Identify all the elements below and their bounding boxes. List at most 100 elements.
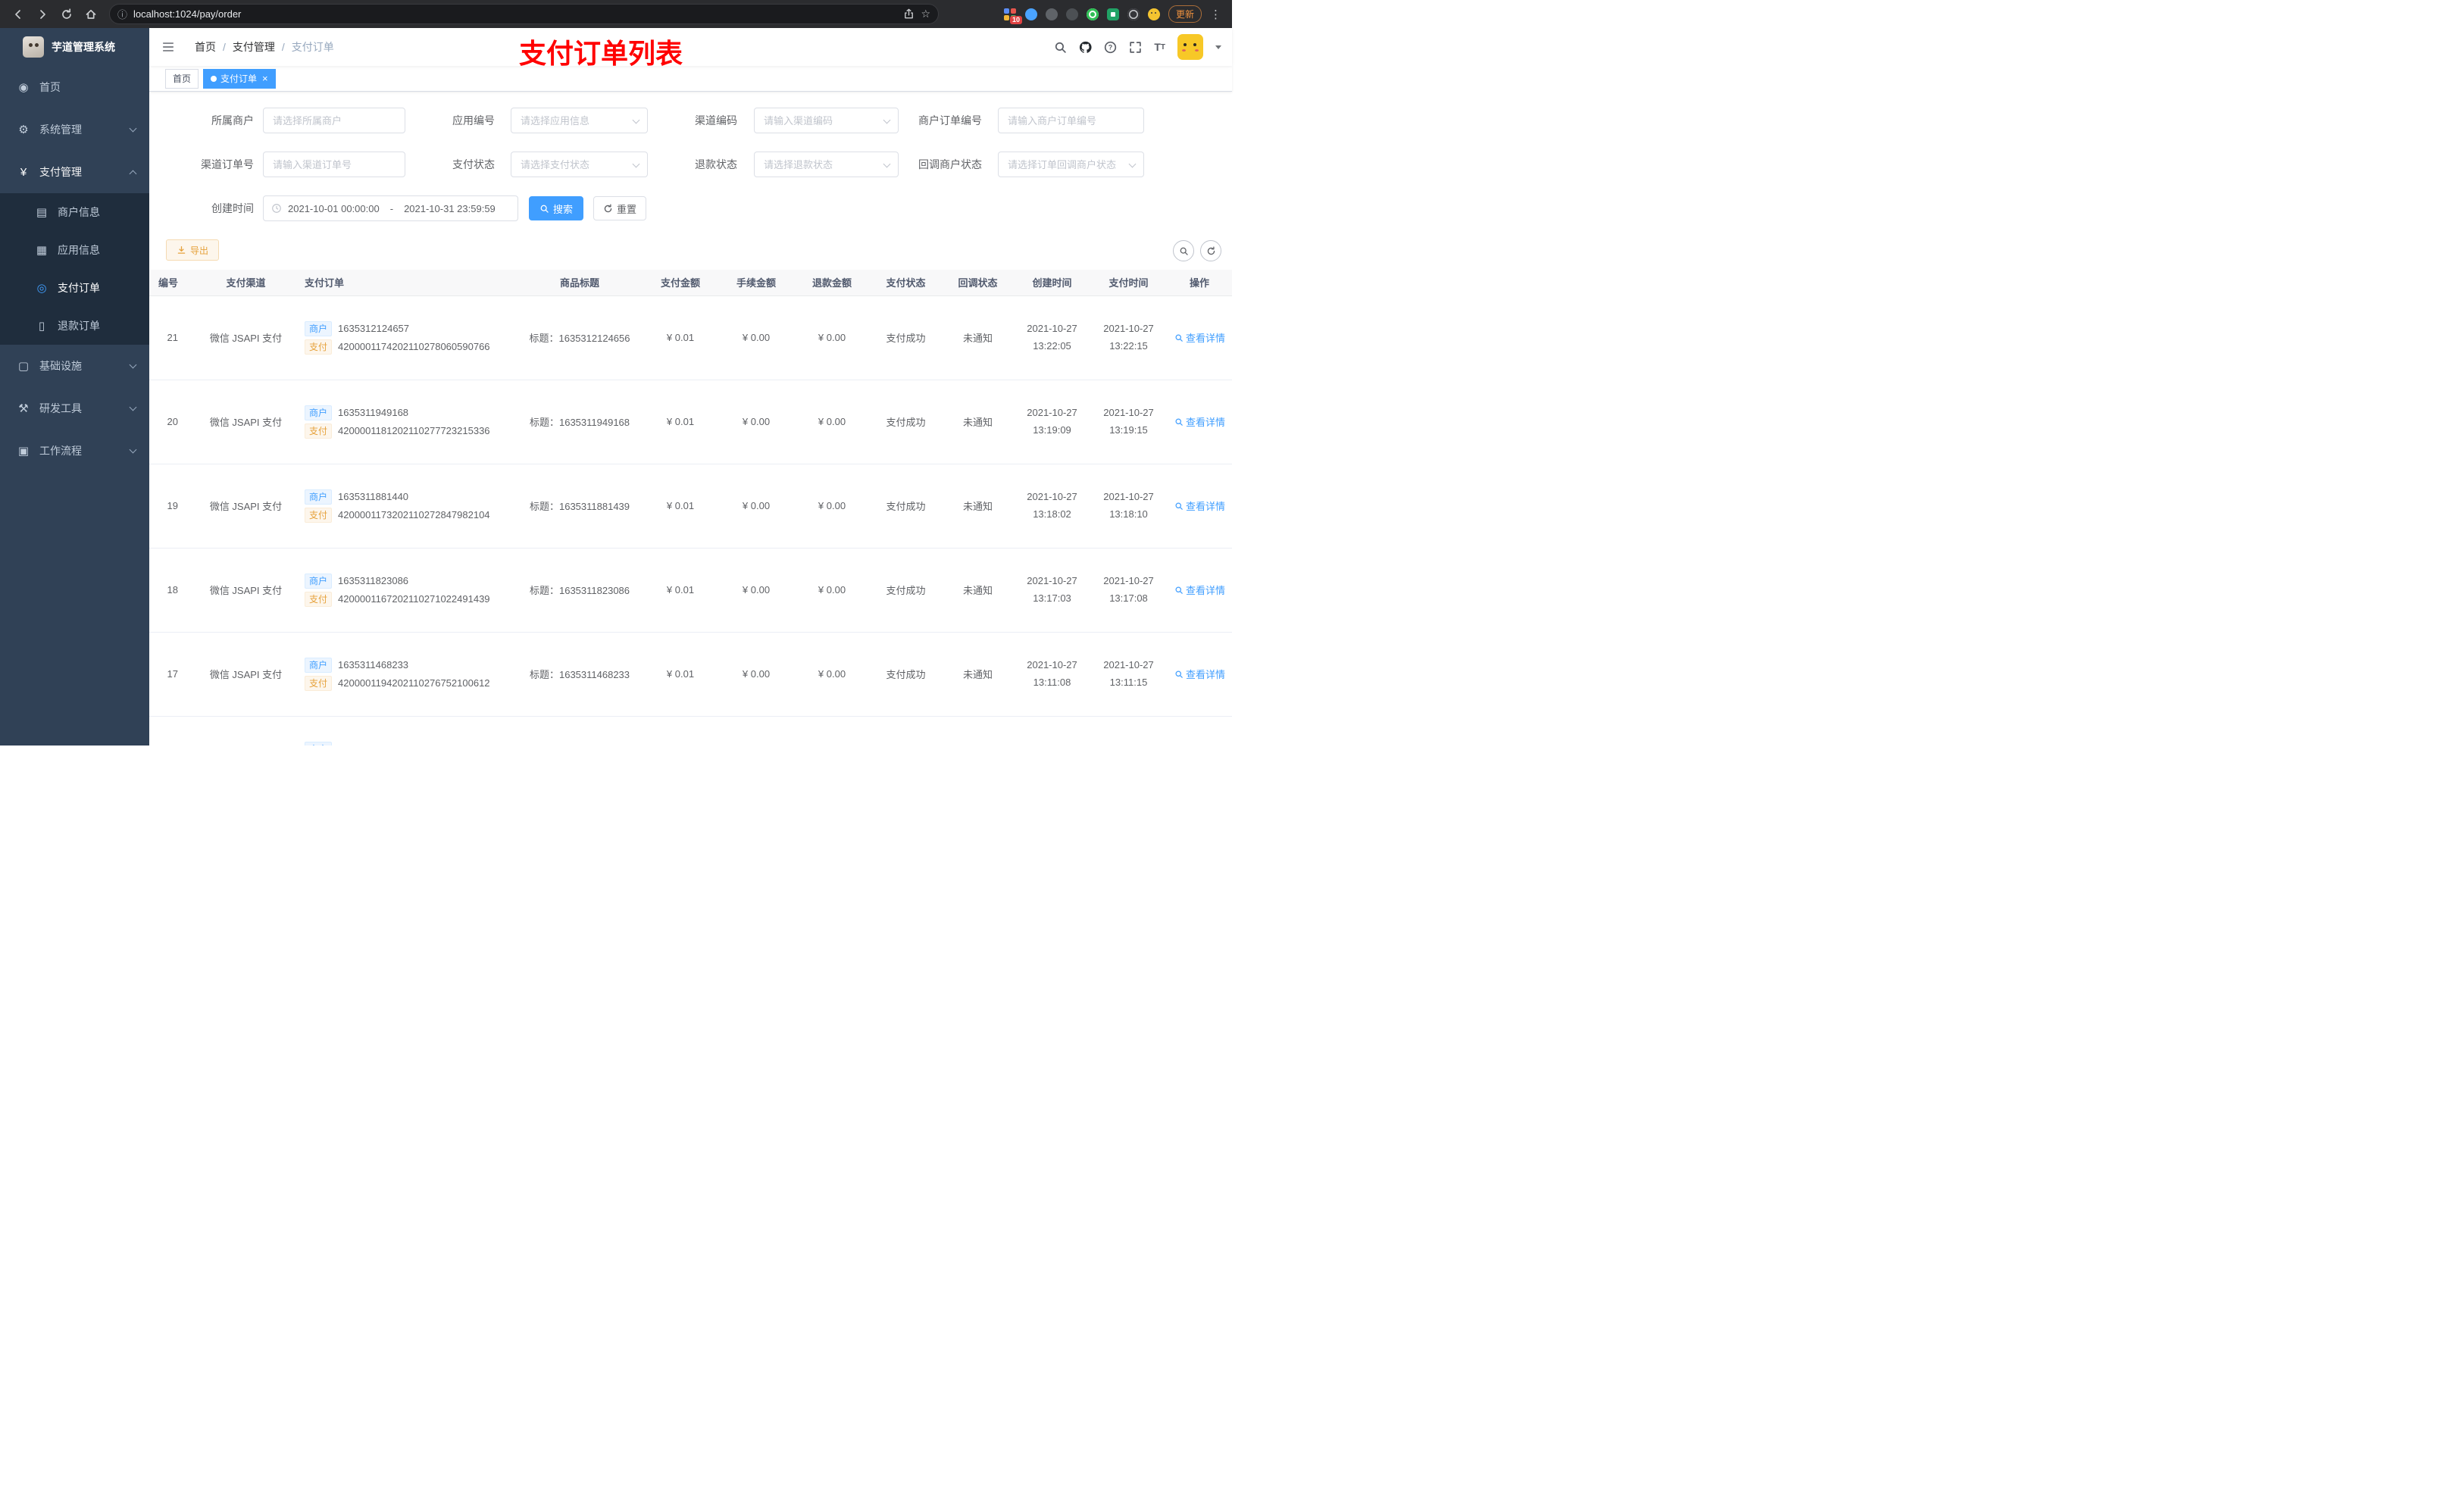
table-header-row: 编号 支付渠道 支付订单 商品标题 支付金额 手续金额 退款金额 支付状态 回调… (149, 270, 1232, 296)
col-create-time: 创建时间 (1014, 270, 1090, 296)
url-text[interactable]: localhost:1024/pay/order (133, 8, 897, 20)
search-icon[interactable] (1054, 41, 1067, 54)
order-id: 21 (149, 295, 195, 380)
tab-close-icon[interactable]: × (262, 73, 268, 83)
col-amount: 支付金额 (643, 270, 718, 296)
pay-order-cell: 商户 1635311881440 支付 42000011732021102728… (297, 464, 517, 549)
app-logo[interactable]: 芋道管理系统 (0, 28, 149, 66)
tab-pay-order[interactable]: 支付订单 × (203, 68, 276, 89)
sidebar-item-pay-order[interactable]: ◎ 支付订单 (0, 269, 149, 307)
pay-status: 支付成功 (870, 380, 942, 464)
sidebar-item-workflow[interactable]: ▣ 工作流程 (0, 430, 149, 472)
sidebar-item-infrastructure[interactable]: ▢ 基础设施 (0, 345, 149, 387)
toggle-search-button[interactable] (1173, 240, 1194, 261)
search-button[interactable]: 搜索 (529, 196, 583, 220)
sidebar-item-refund-order[interactable]: ▯ 退款订单 (0, 307, 149, 345)
browser-update-button[interactable]: 更新 (1168, 5, 1202, 23)
sidebar-item-app-info[interactable]: ▦ 应用信息 (0, 231, 149, 269)
breadcrumb-home[interactable]: 首页 (195, 39, 216, 55)
notify-status: 未通知 (942, 632, 1014, 717)
bookmark-star-icon[interactable]: ☆ (921, 8, 930, 20)
user-avatar[interactable] (1177, 34, 1203, 60)
chevron-down-icon (129, 361, 137, 368)
site-info-icon[interactable]: ⓘ (117, 7, 127, 21)
orders-table-body: 21 微信 JSAPI 支付 商户 1635312124657 支付 42000… (149, 295, 1232, 746)
create-time-range-picker[interactable]: 2021-10-01 00:00:00 - 2021-10-31 23:59:5… (263, 195, 518, 221)
merchant-tag: 商户 (305, 320, 333, 336)
col-fee: 手续金额 (718, 270, 794, 296)
target-icon: ◎ (36, 282, 47, 295)
search-icon (1175, 418, 1183, 426)
tab-home[interactable]: 首页 (165, 68, 199, 89)
pay-channel: 微信 JSAPI 支付 (195, 380, 297, 464)
extension-icon-pin[interactable] (1127, 8, 1140, 20)
browser-chrome: ⓘ localhost:1024/pay/order ☆ 10 更新 ⋮ (0, 0, 1232, 28)
extension-icon-green-square[interactable] (1106, 8, 1119, 20)
view-detail-link[interactable]: 查看详情 (1174, 667, 1225, 681)
filter-label-notify-status: 回调商户状态 (918, 158, 982, 170)
notify-status-select[interactable] (998, 152, 1144, 177)
home-icon[interactable] (80, 4, 102, 25)
extension-icon-blue[interactable] (1024, 8, 1037, 20)
create-time (1014, 716, 1090, 746)
download-icon (177, 245, 186, 254)
extension-icon-face[interactable] (1147, 8, 1160, 20)
col-actions: 操作 (1167, 270, 1232, 296)
github-icon[interactable] (1079, 41, 1092, 54)
extension-icon-gray[interactable] (1045, 8, 1058, 20)
tags-view-bar: 首页 支付订单 × (149, 66, 1232, 92)
help-icon[interactable]: ? (1104, 41, 1117, 54)
search-icon (1175, 502, 1183, 510)
pay-tag: 支付 (305, 675, 333, 691)
active-tab-dot (211, 75, 217, 82)
sidebar-item-dev-tools[interactable]: ⚒ 研发工具 (0, 387, 149, 430)
sidebar-item-system[interactable]: ⚙ 系统管理 (0, 108, 149, 151)
app-filter-select[interactable] (511, 108, 648, 133)
sidebar-item-merchant-info[interactable]: ▤ 商户信息 (0, 193, 149, 231)
sidebar-item-home[interactable]: ◉ 首页 (0, 66, 149, 108)
channel-order-no-input[interactable] (263, 152, 405, 177)
sidebar-item-payment[interactable]: ¥ 支付管理 (0, 151, 149, 193)
pay-amount: ¥ 0.01 (643, 380, 718, 464)
user-menu-caret-icon[interactable] (1215, 45, 1221, 49)
view-detail-link[interactable]: 查看详情 (1174, 499, 1225, 513)
view-detail-link[interactable]: 查看详情 (1174, 330, 1225, 345)
create-time: 2021-10-27 13:22:05 (1014, 295, 1090, 380)
col-refund: 退款金额 (794, 270, 870, 296)
forward-icon[interactable] (32, 4, 53, 25)
share-icon[interactable] (903, 8, 915, 20)
notify-status (942, 716, 1014, 746)
sidebar-toggle-icon[interactable] (161, 40, 175, 54)
extension-icon-grid[interactable]: 10 (1003, 8, 1022, 24)
fee-amount: ¥ 0.00 (718, 380, 794, 464)
view-detail-link[interactable]: 查看详情 (1174, 583, 1225, 597)
back-icon[interactable] (8, 4, 29, 25)
refresh-table-button[interactable] (1200, 240, 1221, 261)
extension-icon-green-circle[interactable] (1086, 8, 1099, 20)
breadcrumb-pay-manage[interactable]: 支付管理 (233, 39, 275, 55)
extension-icon-dark-gray[interactable] (1065, 8, 1078, 20)
view-detail-link[interactable]: 查看详情 (1174, 414, 1225, 429)
app-title: 芋道管理系统 (52, 41, 115, 53)
fullscreen-icon[interactable] (1129, 41, 1142, 54)
pay-status (870, 716, 942, 746)
notify-status: 未通知 (942, 548, 1014, 633)
reload-icon[interactable] (56, 4, 77, 25)
browser-menu-icon[interactable]: ⋮ (1210, 8, 1221, 21)
font-size-icon[interactable]: TT (1154, 41, 1165, 53)
merchant-order-no-input[interactable] (998, 108, 1144, 133)
pay-amount (643, 716, 718, 746)
pay-status-select[interactable] (511, 152, 648, 177)
reset-button[interactable]: 重置 (593, 196, 646, 220)
merchant-tag: 商户 (305, 489, 333, 505)
notify-status: 未通知 (942, 380, 1014, 464)
merchant-filter-input[interactable] (263, 108, 405, 133)
pay-order-no: 4200001167202110271022491439 (338, 593, 490, 605)
dashboard-icon: ◉ (18, 81, 29, 94)
pay-time: 2021-10-27 13:22:15 (1090, 295, 1167, 380)
address-bar[interactable]: ⓘ localhost:1024/pay/order ☆ (109, 4, 939, 24)
fee-amount: ¥ 0.00 (718, 464, 794, 549)
table-row: 20 微信 JSAPI 支付 商户 1635311949168 支付 42000… (149, 380, 1232, 464)
merchant-tag: 商户 (305, 741, 333, 746)
export-button[interactable]: 导出 (166, 239, 220, 261)
